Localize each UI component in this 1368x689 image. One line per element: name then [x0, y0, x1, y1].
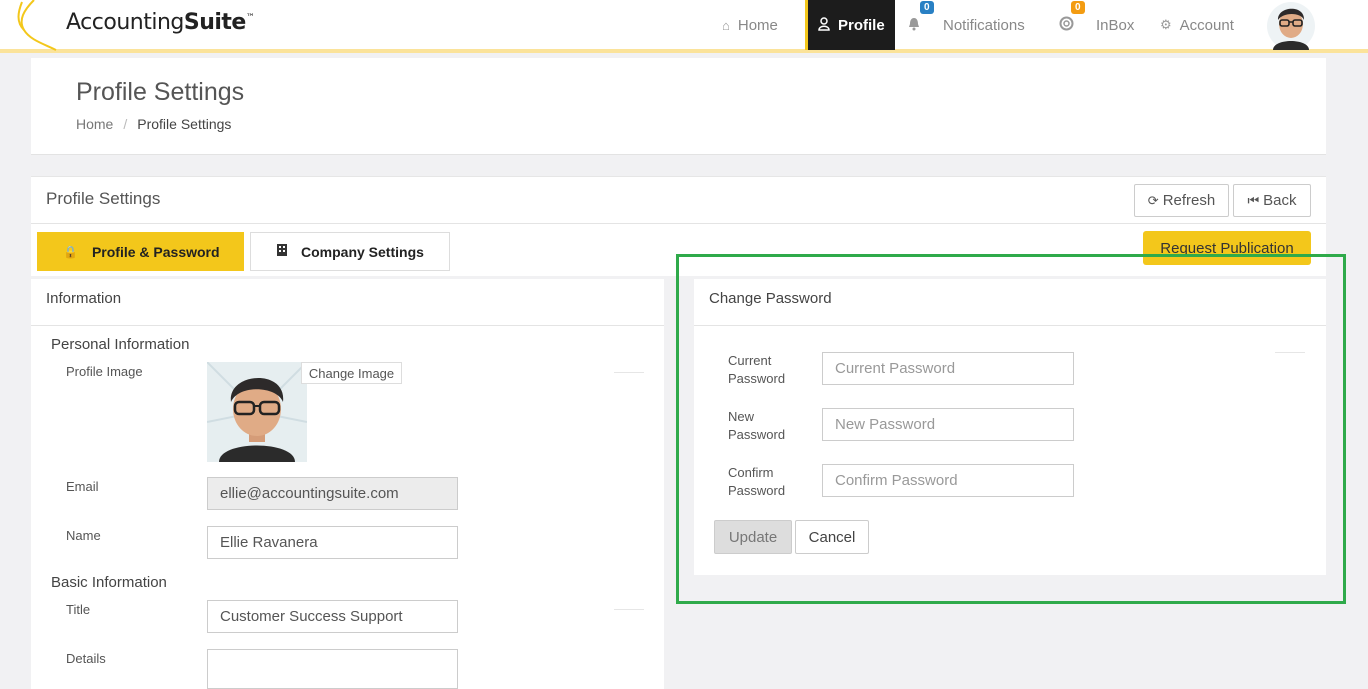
- nav-notifications-label: Notifications: [943, 16, 1025, 34]
- nav-account[interactable]: ⚙ Account: [1160, 0, 1234, 50]
- brand-logo[interactable]: AccountingSuite™: [66, 10, 255, 35]
- nav-inbox-label: InBox: [1096, 16, 1135, 34]
- change-image-button[interactable]: Change Image: [301, 362, 402, 384]
- lifebuoy-icon: [1059, 16, 1074, 34]
- nav-home-label: Home: [737, 16, 778, 34]
- name-field[interactable]: Ellie Ravanera: [207, 526, 458, 559]
- page-title: Profile Settings: [76, 78, 245, 106]
- gear-icon: ⚙: [1160, 17, 1172, 32]
- brand-trademark: ™: [245, 13, 255, 23]
- breadcrumb-separator: /: [123, 116, 128, 132]
- basic-information-heading: Basic Information: [51, 574, 167, 591]
- lock-icon: 🔒: [63, 244, 78, 259]
- back-label: Back: [1263, 192, 1297, 209]
- information-panel-header: Information: [31, 279, 664, 326]
- email-label: Email: [66, 479, 99, 494]
- highlight-box: [676, 254, 1346, 604]
- bell-icon: [907, 17, 921, 34]
- refresh-icon: ⟳: [1147, 192, 1159, 208]
- details-textarea[interactable]: [207, 649, 458, 689]
- card-title: Profile Settings: [46, 189, 161, 208]
- nav-account-label: Account: [1179, 16, 1234, 34]
- building-icon: [277, 244, 287, 259]
- breadcrumb-home[interactable]: Home: [76, 116, 113, 132]
- back-button[interactable]: ⏮ Back: [1233, 184, 1311, 217]
- email-field: ellie@accountingsuite.com: [207, 477, 458, 510]
- name-label: Name: [66, 528, 101, 543]
- personal-information-heading: Personal Information: [51, 336, 190, 353]
- top-navbar: AccountingSuite™ ⌂ Home Profile Notifica…: [0, 0, 1368, 53]
- home-icon: ⌂: [722, 17, 730, 33]
- nav-profile-label: Profile: [838, 16, 885, 34]
- profile-image: [207, 362, 307, 462]
- profile-image-label: Profile Image: [66, 364, 143, 379]
- title-label: Title: [66, 602, 91, 617]
- nav-home[interactable]: ⌂ Home: [722, 0, 778, 50]
- card-divider: [31, 223, 1326, 224]
- tab-company-settings[interactable]: Company Settings: [250, 232, 450, 271]
- breadcrumb: Home / Profile Settings: [76, 116, 231, 132]
- tab-profile-password[interactable]: 🔒 Profile & Password: [37, 232, 244, 271]
- brand-name-bold: Suite: [183, 10, 247, 35]
- backward-icon: ⏮: [1247, 192, 1260, 208]
- tab-profile-password-label: Profile & Password: [91, 243, 220, 260]
- nav-profile[interactable]: Profile: [805, 0, 895, 50]
- section-rule: [614, 372, 644, 373]
- information-panel: Information Personal Information Profile…: [31, 279, 664, 689]
- notifications-count-badge: 0: [920, 1, 934, 14]
- section-rule: [614, 609, 644, 610]
- refresh-label: Refresh: [1162, 192, 1216, 209]
- details-label: Details: [66, 651, 106, 666]
- avatar[interactable]: [1265, 0, 1317, 50]
- logo-swoosh-icon: [17, 0, 57, 51]
- information-heading: Information: [46, 290, 122, 307]
- inbox-count-badge: 0: [1071, 1, 1085, 14]
- page-header: Profile Settings Home / Profile Settings: [31, 58, 1326, 155]
- user-icon: [818, 16, 830, 34]
- breadcrumb-current: Profile Settings: [137, 116, 232, 132]
- refresh-button[interactable]: ⟳ Refresh: [1134, 184, 1229, 217]
- tab-company-settings-label: Company Settings: [301, 243, 424, 260]
- title-field[interactable]: Customer Success Support: [207, 600, 458, 633]
- brand-name-regular: Accounting: [66, 10, 184, 35]
